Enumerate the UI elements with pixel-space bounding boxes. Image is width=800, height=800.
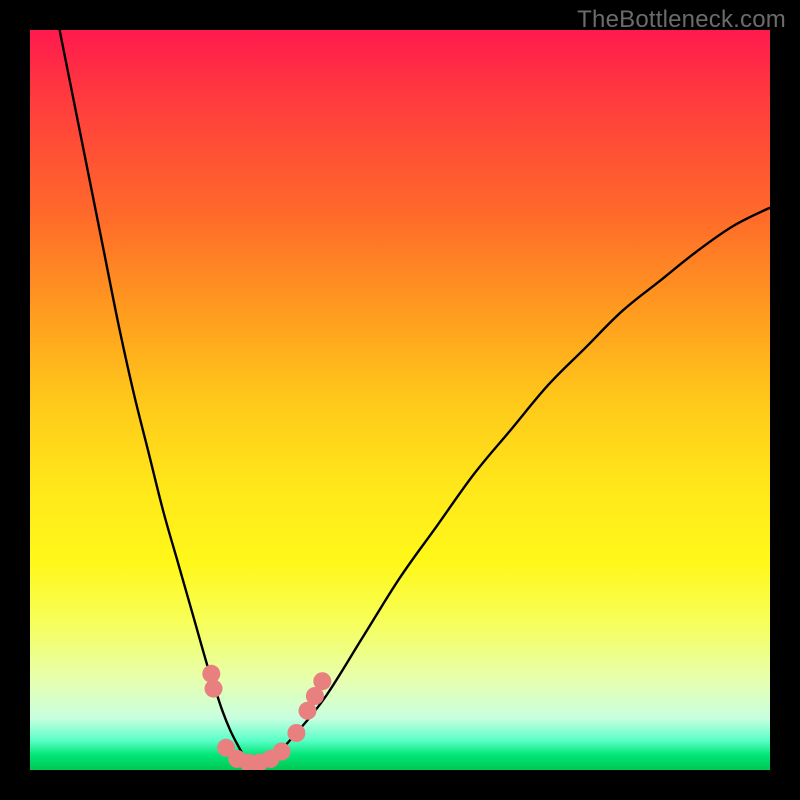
marker-dot [273, 743, 291, 761]
left-branch-curve [60, 30, 252, 764]
curves-layer [30, 30, 770, 770]
marker-dot [313, 672, 331, 690]
chart-frame: TheBottleneck.com [0, 0, 800, 800]
plot-area [30, 30, 770, 770]
marker-dot [205, 680, 223, 698]
watermark-text: TheBottleneck.com [577, 6, 786, 34]
marker-dot [287, 724, 305, 742]
marker-dots [202, 665, 331, 770]
curve-group [60, 30, 770, 764]
